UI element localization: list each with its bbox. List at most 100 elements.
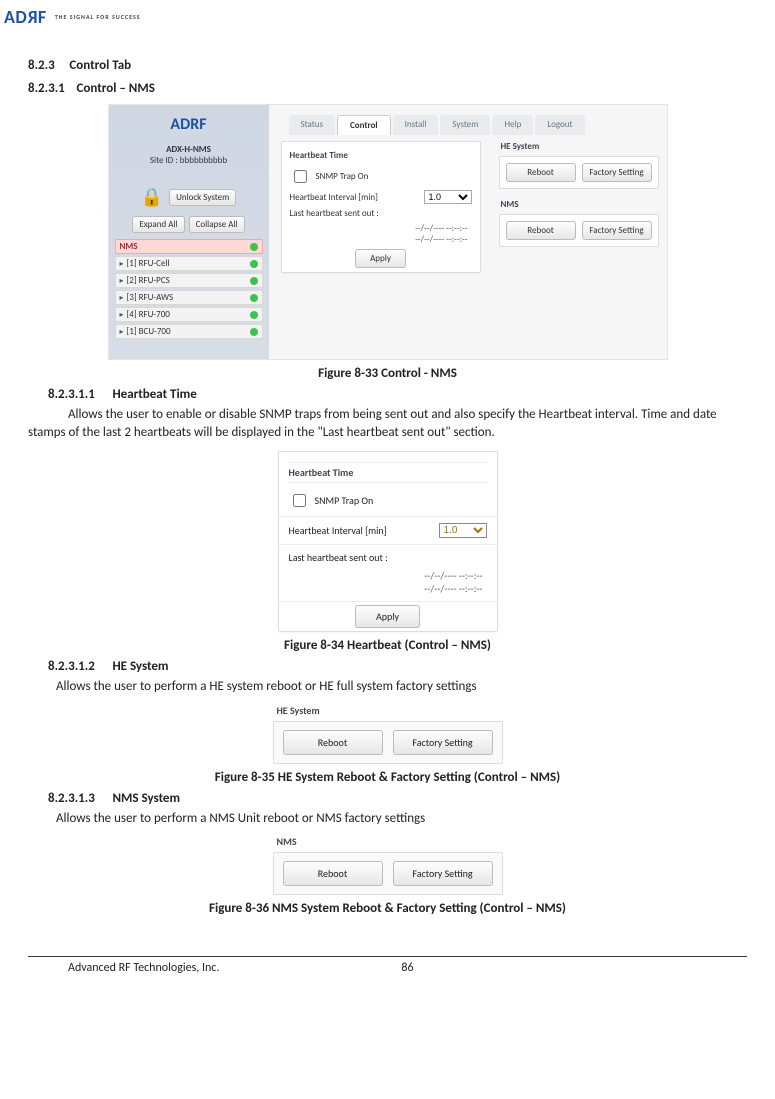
snmp-trap-checkbox[interactable] <box>293 494 306 507</box>
nms-factory-button[interactable]: Factory Setting <box>393 861 493 886</box>
nms-box: Reboot Factory Setting <box>499 214 659 247</box>
tree-node-label: [2] RFU-PCS <box>127 275 170 286</box>
heartbeat-description-text: Allows the user to enable or disable SNM… <box>28 407 717 440</box>
nms-main-area: Status Control Install System Help Logou… <box>269 105 667 359</box>
nms-system-description: Allows the user to perform a NMS Unit re… <box>56 810 747 828</box>
heartbeat-interval-select[interactable]: 1.0 <box>424 190 472 204</box>
section-8-2-3-1: 8.2.3.1 Control – NMS <box>28 81 747 96</box>
last-heartbeat-timestamp-2: --/--/---- --:--:-- <box>289 582 483 595</box>
he-reboot-button[interactable]: Reboot <box>283 730 383 755</box>
section-title: Control Tab <box>69 58 131 73</box>
heartbeat-panel: Heartbeat Time SNMP Trap On Heartbeat In… <box>281 141 481 273</box>
tab-install[interactable]: Install <box>393 115 439 135</box>
he-reboot-button[interactable]: Reboot <box>506 163 576 182</box>
he-system-title: HE System <box>277 704 503 717</box>
he-system-box: Reboot Factory Setting <box>273 721 503 764</box>
section-number: 8.2.3.1.3 <box>48 791 95 806</box>
status-dot-icon <box>250 260 258 268</box>
brand-logo: ADRF <box>4 6 47 28</box>
snmp-trap-checkbox[interactable] <box>294 170 307 183</box>
nms-reboot-button[interactable]: Reboot <box>283 861 383 886</box>
apply-button[interactable]: Apply <box>355 605 420 628</box>
status-dot-icon <box>250 294 258 302</box>
heartbeat-interval-label: Heartbeat Interval [min] <box>290 192 418 203</box>
he-system-box: Reboot Factory Setting <box>499 156 659 189</box>
sidebar-siteid: Site ID : bbbbbbbbbb <box>109 155 269 166</box>
last-heartbeat-timestamp-1: --/--/---- --:--:-- <box>289 569 483 582</box>
figure-8-36-caption: Figure 8-36 NMS System Reboot & Factory … <box>28 901 747 916</box>
tree-node[interactable]: ▸[1] RFU-Cell <box>115 256 263 271</box>
nms-sidebar: ADRF ADX-H-NMS Site ID : bbbbbbbbbb 🔒 Un… <box>109 105 269 359</box>
snmp-trap-label: SNMP Trap On <box>315 494 487 507</box>
last-heartbeat-label: Last heartbeat sent out : <box>289 551 487 564</box>
nms-factory-button[interactable]: Factory Setting <box>582 221 652 240</box>
tab-help[interactable]: Help <box>492 115 533 135</box>
tree-node[interactable]: ▸[1] BCU-700 <box>115 324 263 339</box>
tree-root-nms[interactable]: NMS <box>115 239 263 254</box>
section-8-2-3-1-2: 8.2.3.1.2 HE System <box>48 659 747 674</box>
figure-8-35-screenshot: HE System Reboot Factory Setting <box>273 704 503 764</box>
figure-8-36-screenshot: NMS Reboot Factory Setting <box>273 835 503 895</box>
heartbeat-panel-title: Heartbeat Time <box>290 150 472 161</box>
lock-icon: 🔒 <box>141 186 163 208</box>
tree-root-label: NMS <box>120 241 138 252</box>
nms-reboot-button[interactable]: Reboot <box>506 221 576 240</box>
tree-node-label: [4] RFU-700 <box>127 309 170 320</box>
section-8-2-3-1-1: 8.2.3.1.1 Heartbeat Time <box>48 387 747 402</box>
status-dot-icon <box>250 311 258 319</box>
he-system-description: Allows the user to perform a HE system r… <box>56 678 747 696</box>
section-title: Heartbeat Time <box>112 387 196 402</box>
he-factory-button[interactable]: Factory Setting <box>393 730 493 755</box>
section-number: 8.2.3.1.2 <box>48 659 95 674</box>
status-dot-icon <box>250 328 258 336</box>
figure-8-33-screenshot: ADRF ADX-H-NMS Site ID : bbbbbbbbbb 🔒 Un… <box>108 104 668 360</box>
tab-logout[interactable]: Logout <box>535 115 584 135</box>
he-system-title: HE System <box>501 141 659 152</box>
right-column: HE System Reboot Factory Setting NMS Reb… <box>499 141 659 257</box>
section-8-2-3-1-3: 8.2.3.1.3 NMS System <box>48 791 747 806</box>
page-footer: Advanced RF Technologies, Inc. 86 <box>28 956 747 975</box>
main-tabs: Status Control Install System Help Logou… <box>289 115 657 135</box>
nms-title: NMS <box>277 835 503 848</box>
last-heartbeat-timestamp-1: --/--/---- --:--:-- <box>290 223 468 234</box>
tab-control[interactable]: Control <box>337 115 391 135</box>
expand-all-button[interactable]: Expand All <box>132 216 184 233</box>
section-number: 8.2.3.1.1 <box>48 387 95 402</box>
tree-node-label: [1] BCU-700 <box>127 326 171 337</box>
tree-arrow-icon: ▸ <box>120 259 124 269</box>
figure-8-35-caption: Figure 8-35 HE System Reboot & Factory S… <box>28 770 747 785</box>
last-heartbeat-timestamp-2: --/--/---- --:--:-- <box>290 234 468 245</box>
heartbeat-panel-title: Heartbeat Time <box>289 462 487 483</box>
page-header-logo: ADRF THE SIGNAL FOR SUCCESS <box>0 0 775 32</box>
heartbeat-interval-select[interactable]: 1.0 <box>439 523 487 538</box>
sidebar-logo: ADRF <box>109 115 269 134</box>
he-factory-button[interactable]: Factory Setting <box>582 163 652 182</box>
footer-company: Advanced RF Technologies, Inc. <box>28 961 388 975</box>
tree-node-label: [1] RFU-Cell <box>127 258 170 269</box>
tab-system[interactable]: System <box>440 115 490 135</box>
section-number: 8.2.3.1 <box>28 81 65 96</box>
snmp-trap-label: SNMP Trap On <box>316 171 472 182</box>
tree-node[interactable]: ▸[4] RFU-700 <box>115 307 263 322</box>
unlock-system-button[interactable]: Unlock System <box>169 189 236 206</box>
nms-title: NMS <box>501 199 659 210</box>
tab-status[interactable]: Status <box>289 115 336 135</box>
tree-arrow-icon: ▸ <box>120 276 124 286</box>
tree-arrow-icon: ▸ <box>120 327 124 337</box>
collapse-all-button[interactable]: Collapse All <box>189 216 245 233</box>
tree-node[interactable]: ▸[2] RFU-PCS <box>115 273 263 288</box>
heartbeat-description: Allows the user to enable or disable SNM… <box>28 406 747 441</box>
tree-node[interactable]: ▸[3] RFU-AWS <box>115 290 263 305</box>
tree-node-label: [3] RFU-AWS <box>127 292 174 303</box>
figure-8-33-caption: Figure 8-33 Control - NMS <box>28 366 747 381</box>
section-number: 8.2.3 <box>28 58 55 73</box>
footer-page-number: 86 <box>388 961 428 975</box>
tree-arrow-icon: ▸ <box>120 293 124 303</box>
apply-button[interactable]: Apply <box>355 249 406 268</box>
tree-arrow-icon: ▸ <box>120 310 124 320</box>
status-dot-icon <box>250 277 258 285</box>
section-title: Control – NMS <box>77 81 155 96</box>
nms-box: Reboot Factory Setting <box>273 852 503 895</box>
brand-tagline: THE SIGNAL FOR SUCCESS <box>55 13 141 21</box>
section-title: HE System <box>112 659 168 674</box>
